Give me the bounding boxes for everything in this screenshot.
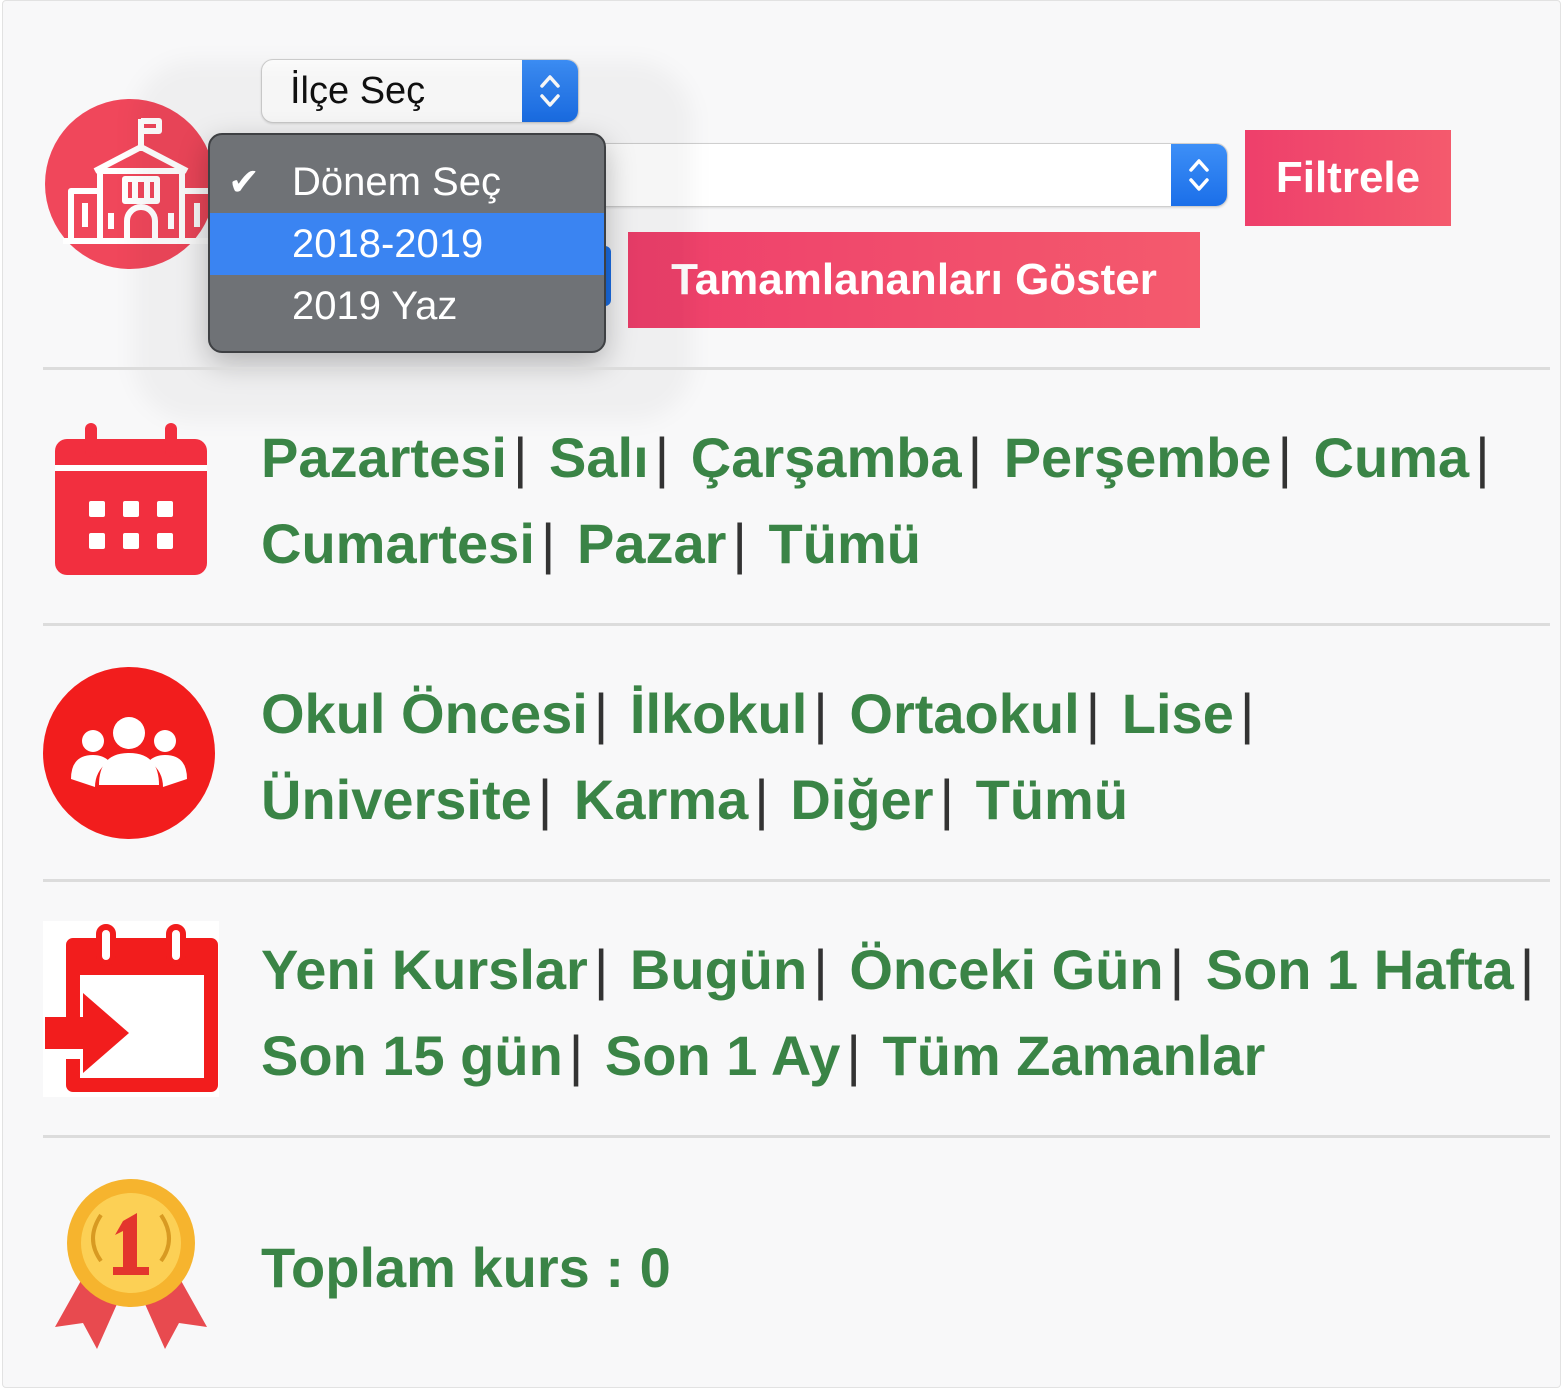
level-link[interactable]: Lise [1122,682,1234,745]
day-link[interactable]: Cuma [1314,426,1470,489]
separator: | [1277,426,1292,489]
level-link[interactable]: Diğer [790,768,933,831]
level-link-all[interactable]: Tümü [976,768,1128,831]
checkmark-icon: ✔ [228,160,260,204]
separator: | [593,938,609,1001]
show-completed-button[interactable]: Tamamlananları Göster [628,232,1200,328]
level-links: Okul Öncesi | İlkokul | Ortaokul | Lise | Ün… [261,671,1541,843]
dropdown-option[interactable]: ✔ Dönem Seç [210,151,604,213]
dropdown-option[interactable]: 2019 Yaz [210,275,604,337]
time-range-link[interactable]: Bugün [630,938,807,1001]
level-link[interactable]: Üniversite [261,768,532,831]
day-link[interactable]: Salı [549,426,649,489]
day-link-all[interactable]: Tümü [769,512,921,575]
dropdown-option-label: 2019 Yaz [292,284,458,328]
calendar-icon [55,423,207,575]
separator: | [967,426,983,489]
new-course-links: Yeni Kurslar | Bugün | Önceki Gün | Son 1 H… [261,927,1541,1099]
filter-panel: İlçe Seç Filtrele Tamamlananları Göster … [2,0,1561,1388]
calendar-enter-icon [43,921,219,1097]
level-link[interactable]: Karma [574,768,748,831]
day-link[interactable]: Cumartesi [261,512,535,575]
time-range-link[interactable]: Son 1 Ay [605,1024,840,1087]
divider [43,1135,1550,1138]
separator: | [540,512,556,575]
separator: | [846,1024,861,1087]
separator: | [1169,938,1185,1001]
dropdown-option-label: 2018-2019 [292,222,484,266]
separator: | [1085,682,1101,745]
group-users-icon [43,667,215,839]
separator: | [732,512,747,575]
new-courses-title-link[interactable]: Yeni Kurslar [261,938,588,1001]
separator: | [654,426,670,489]
separator: | [754,768,769,831]
day-link[interactable]: Pazar [577,512,726,575]
separator: | [512,426,528,489]
day-link[interactable]: Çarşamba [691,426,962,489]
separator: | [1519,938,1535,1001]
total-course-count: Toplam kurs : 0 [261,1236,671,1299]
time-range-link[interactable]: Son 1 Hafta [1206,938,1514,1001]
level-link[interactable]: İlkokul [630,682,807,745]
dropdown-option-label: Dönem Seç [292,160,501,204]
gold-medal-icon [55,1179,207,1349]
separator: | [813,682,828,745]
separator: | [537,768,553,831]
divider [43,879,1550,882]
time-range-link[interactable]: Önceki Gün [849,938,1163,1001]
filter-button[interactable]: Filtrele [1245,130,1451,226]
chevron-updown-icon [1171,144,1227,206]
level-link[interactable]: Okul Öncesi [261,682,588,745]
day-links: Pazartesi | Salı | Çarşamba | Perşembe | Cum… [261,415,1541,587]
divider [43,367,1550,370]
divider [43,623,1550,626]
level-link[interactable]: Ortaokul [849,682,1079,745]
separator: | [813,938,828,1001]
period-dropdown-menu[interactable]: ✔ Dönem Seç 2018-2019 2019 Yaz [208,133,606,353]
time-range-link-all[interactable]: Tüm Zamanlar [882,1024,1265,1087]
separator: | [1475,426,1490,489]
day-link[interactable]: Perşembe [1004,426,1272,489]
day-link[interactable]: Pazartesi [261,426,507,489]
separator: | [568,1024,584,1087]
time-range-link[interactable]: Son 15 gün [261,1024,563,1087]
separator: | [1239,682,1255,745]
separator: | [939,768,955,831]
separator: | [593,682,609,745]
dropdown-option[interactable]: 2018-2019 [210,213,604,275]
